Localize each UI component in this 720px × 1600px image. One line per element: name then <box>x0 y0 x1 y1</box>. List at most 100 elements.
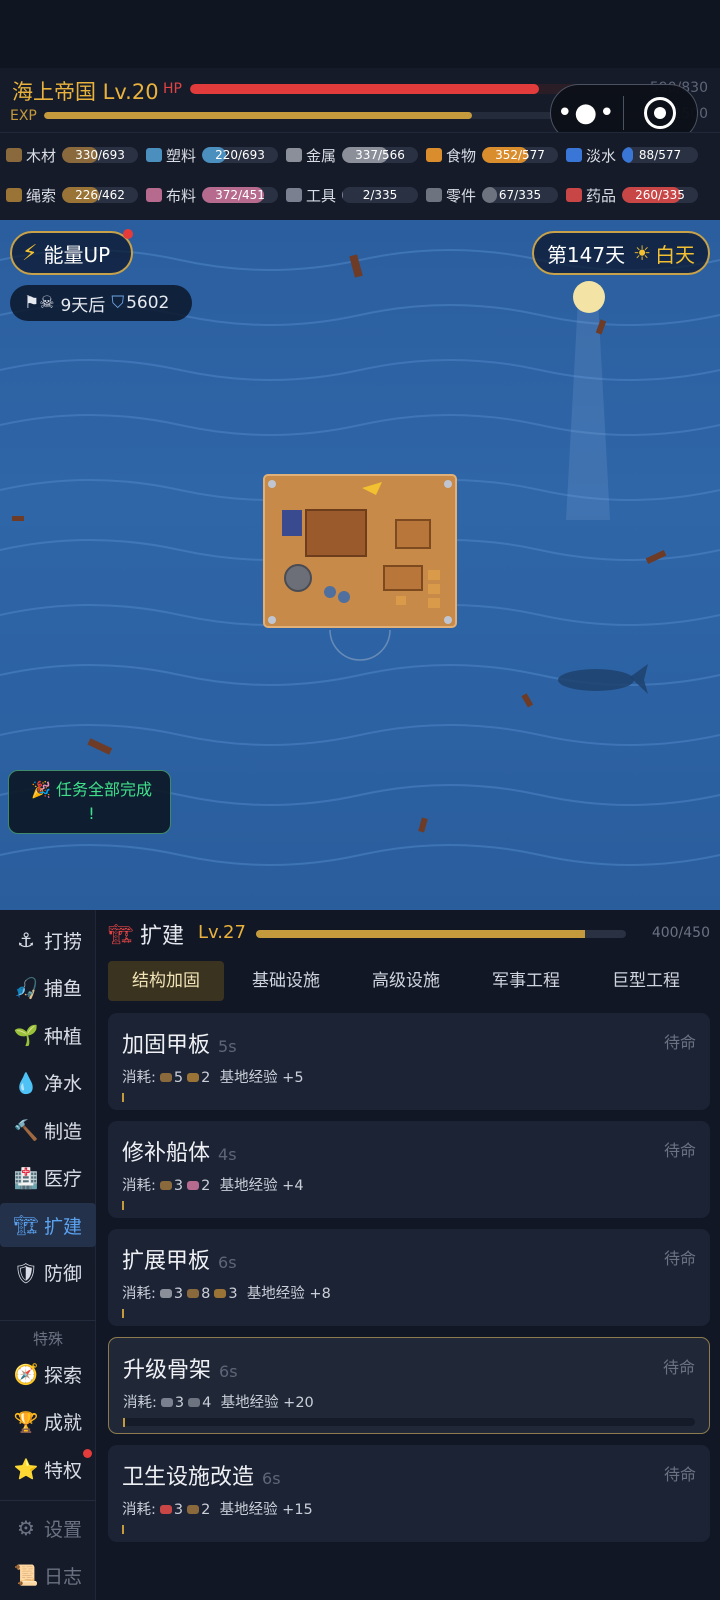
task-progress-bar <box>122 1093 124 1102</box>
resource-gear[interactable]: 金属 337/566 <box>286 145 419 165</box>
lightning-icon: ⚡ <box>22 240 38 266</box>
sidebar-item-label: 扩建 <box>44 1215 83 1238</box>
task-progress-bar <box>122 1309 124 1318</box>
task-progress-bar <box>123 1418 125 1427</box>
task-progress-bar <box>122 1201 124 1210</box>
sidebar-item-label: 种植 <box>44 1025 83 1048</box>
tab-2[interactable]: 高级设施 <box>348 961 464 1001</box>
tab-0[interactable]: 结构加固 <box>108 961 224 1001</box>
quest-text: 任务全部完成 <box>56 780 153 799</box>
exp-bar-fill <box>44 112 473 119</box>
tab-4[interactable]: 巨型工程 <box>588 961 704 1001</box>
resource-plastic-bottle[interactable]: 塑料 220/693 <box>146 145 279 165</box>
sun-icon: ☀ <box>633 241 652 265</box>
solar-panel <box>282 510 302 536</box>
raft[interactable] <box>263 474 457 661</box>
shark-tail <box>630 664 648 694</box>
task-duration: 6s <box>262 1469 281 1488</box>
resource-medicine[interactable]: 药品 260/335 <box>566 185 699 205</box>
deck-bolt <box>268 616 276 624</box>
sidebar-item-scroll[interactable]: 📜 日志 <box>0 1553 96 1597</box>
crate <box>428 598 440 608</box>
sidebar-item-hammer[interactable]: 🔨 制造 <box>0 1108 96 1152</box>
sea-view[interactable]: ⚡ 能量UP 第147天 ☀ 白天 ⚑☠ 9天后 ⛉ 5602 🎉 任务全部完成… <box>0 220 720 910</box>
resource-icon <box>159 1181 172 1190</box>
task-reward: 基地经验 +5 <box>219 1070 304 1086</box>
resource-icon <box>159 1505 172 1514</box>
pirate-raid-indicator[interactable]: ⚑☠ 9天后 ⛉ 5602 <box>10 285 192 321</box>
tab-1[interactable]: 基础设施 <box>228 961 344 1001</box>
resource-parts[interactable]: 零件 67/335 <box>426 185 559 205</box>
plastic-bottle-icon <box>146 148 162 162</box>
task-progress-bar <box>122 1525 124 1534</box>
resource-value: 372/451 <box>215 188 265 202</box>
resource-rope[interactable]: 绳索 226/462 <box>6 185 139 205</box>
sidebar-item-sprout[interactable]: 🌱 种植 <box>0 1013 96 1057</box>
tab-3[interactable]: 军事工程 <box>468 961 584 1001</box>
resource-food[interactable]: 食物 352/577 <box>426 145 559 165</box>
sidebar-item-water-drop[interactable]: 💧 净水 <box>0 1061 96 1105</box>
resource-wrench[interactable]: 工具 2/335 <box>286 185 419 205</box>
sidebar-item-compass[interactable]: 🧭 探索 <box>0 1352 96 1396</box>
resource-wood[interactable]: 木材 330/693 <box>6 145 139 165</box>
task-card[interactable]: 升级骨架 6s 待命 消耗: 3 4 基地经验 +20 <box>108 1337 710 1434</box>
sidebar-item-fishing-rod[interactable]: 🎣 捕鱼 <box>0 966 96 1010</box>
resource-panel: 木材 330/693 塑料 220/693 金属 337/566 食物 352/577 淡水 88… <box>0 132 720 220</box>
sidebar-item-anchor[interactable]: ⚓ 打捞 <box>0 918 96 962</box>
cost-amount: 4 <box>202 1395 212 1411</box>
resource-name: 木材 <box>26 146 57 165</box>
sidebar-item-label: 制造 <box>44 1120 83 1143</box>
raid-countdown: 9天后 <box>60 295 106 316</box>
pirate-flag-icon: ⚑☠ <box>24 293 55 313</box>
resource-icon <box>187 1505 200 1514</box>
resource-icon <box>159 1289 172 1298</box>
resource-bar: 88/577 <box>622 147 699 163</box>
task-card[interactable]: 扩展甲板 6s 待命 消耗: 3 8 3 基地经验 +8 <box>108 1229 710 1326</box>
quest-complete-button[interactable]: 🎉 任务全部完成 ! <box>8 770 171 834</box>
sidebar-item-hospital[interactable]: 🏥 医疗 <box>0 1156 96 1200</box>
resource-name: 绳索 <box>26 186 57 205</box>
task-card[interactable]: 卫生设施改造 6s 待命 消耗: 3 2 基地经验 +15 <box>108 1445 710 1542</box>
task-duration: 6s <box>218 1253 237 1272</box>
close-miniprogram-button[interactable] <box>624 97 698 129</box>
scroll-icon: 📜 <box>13 1563 39 1587</box>
task-card[interactable]: 加固甲板 5s 待命 消耗: 5 2 基地经验 +5 <box>108 1013 710 1110</box>
resource-cloth[interactable]: 布料 372/451 <box>146 185 279 205</box>
sidebar-item-star[interactable]: ⭐ 特权 <box>0 1447 96 1491</box>
fishing-rod-icon: 🎣 <box>13 975 39 1000</box>
sprout-icon: 🌱 <box>13 1023 39 1047</box>
task-card[interactable]: 修补船体 4s 待命 消耗: 3 2 基地经验 +4 <box>108 1121 710 1218</box>
deck-bolt <box>444 480 452 488</box>
cloth-icon <box>146 188 162 202</box>
cost-label: 消耗: <box>122 1070 156 1086</box>
task-reward: 基地经验 +20 <box>220 1395 314 1411</box>
hammer-icon: 🔨 <box>13 1118 39 1142</box>
task-status: 待命 <box>662 1358 695 1377</box>
resource-bar: 372/451 <box>202 187 279 203</box>
energy-up-label: 能量UP <box>43 242 111 267</box>
sidebar-item-shield[interactable]: 🛡 防御 <box>0 1251 96 1295</box>
storage-box <box>395 519 431 549</box>
gear-icon <box>286 148 302 162</box>
food-icon <box>426 148 442 162</box>
sidebar-item-trophy[interactable]: 🏆 成就 <box>0 1400 96 1444</box>
workbench <box>383 565 423 591</box>
resource-water-drop[interactable]: 淡水 88/577 <box>566 145 699 165</box>
anchor-icon: ⚓ <box>17 928 35 952</box>
sidebar-item-gear[interactable]: ⚙ 设置 <box>0 1506 96 1550</box>
sidebar-item-crane[interactable]: 🏗 扩建 <box>0 1203 96 1247</box>
task-reward: 基地经验 +15 <box>219 1502 313 1518</box>
subcategory-tabs: 结构加固 基础设施 高级设施 军事工程 巨型工程 <box>108 961 712 1001</box>
resource-icon <box>159 1073 172 1082</box>
energy-up-button[interactable]: ⚡ 能量UP <box>10 229 133 275</box>
cost-amount: 8 <box>201 1286 211 1302</box>
star-icon: ⭐ <box>13 1457 39 1481</box>
task-progress-track <box>123 1418 695 1426</box>
category-progress-bar <box>256 930 626 938</box>
hospital-icon: 🏥 <box>13 1165 39 1190</box>
task-status: 待命 <box>663 1249 696 1268</box>
cost-label: 消耗: <box>123 1395 157 1411</box>
resource-bar: 260/335 <box>622 187 699 203</box>
driftwood <box>521 693 534 708</box>
resource-value: 330/693 <box>75 148 125 162</box>
